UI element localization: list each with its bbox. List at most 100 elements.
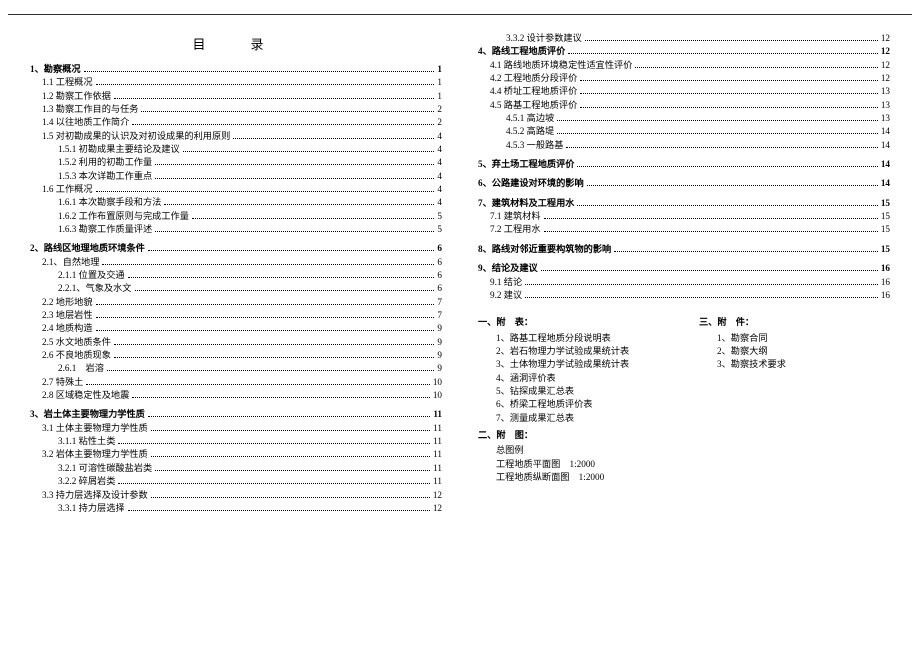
- appendix-item: 工程地质平面图 1:2000: [478, 458, 669, 471]
- toc-leader-dots: [568, 52, 878, 54]
- toc-page-number: 11: [433, 422, 442, 435]
- toc-entry: 5、弃土场工程地质评价 14: [478, 158, 890, 171]
- toc-entry: 2.8 区域稳定性及地震10: [30, 389, 442, 402]
- toc-entry-label: 2.2.1、气象及水文: [58, 282, 132, 295]
- toc-entry: 2.2.1、气象及水文 6: [30, 282, 442, 295]
- toc-leader-dots: [580, 79, 878, 81]
- toc-entry: 2.6.1 岩溶9: [30, 362, 442, 375]
- toc-entry-label: 2.3 地层岩性: [42, 309, 93, 322]
- toc-entry-label: 7.1 建筑材料: [490, 210, 541, 223]
- toc-entry-label: 5、弃土场工程地质评价: [478, 158, 574, 171]
- toc-leader-dots: [580, 106, 878, 108]
- toc-entry-label: 7、建筑材料及工程用水: [478, 197, 574, 210]
- toc-entry: 1.5.1 初勘成果主要结论及建议4: [30, 143, 442, 156]
- toc-page-number: 12: [881, 72, 890, 85]
- toc-entry-label: 3.3.1 持力层选择: [58, 502, 125, 515]
- toc-entry-label: 2.5 水文地质条件: [42, 336, 111, 349]
- toc-entry: 1.6.3 勘察工作质量评述5: [30, 223, 442, 236]
- toc-entry: 7、建筑材料及工程用水15: [478, 197, 890, 210]
- toc-entry: 1.1 工程概况 1: [30, 76, 442, 89]
- toc-leader-dots: [164, 203, 434, 205]
- appendix-item: 2、勘察大纲: [699, 345, 890, 358]
- toc-entry-label: 1.4 以往地质工作简介: [42, 116, 129, 129]
- toc-entry: 1.2 勘察工作依据1: [30, 90, 442, 103]
- toc-leader-dots: [148, 249, 435, 251]
- toc-entry-label: 4.4 桥址工程地质评价: [490, 85, 577, 98]
- toc-entry-label: 3.2 岩体主要物理力学性质: [42, 448, 148, 461]
- toc-entry-label: 3、岩土体主要物理力学性质: [30, 408, 145, 421]
- toc-page-number: 6: [437, 269, 442, 282]
- toc-leader-dots: [566, 146, 877, 148]
- toc-entry: 4.1 路线地质环境稳定性适宜性评价12: [478, 59, 890, 72]
- toc-entry-label: 4、路线工程地质评价: [478, 45, 565, 58]
- toc-page-number: 4: [437, 196, 442, 209]
- toc-entry: 4.5 路基工程地质评价13: [478, 99, 890, 112]
- toc-page-number: 14: [881, 158, 890, 171]
- toc-page-number: 7: [437, 296, 442, 309]
- toc-entry-label: 1.1 工程概况: [42, 76, 93, 89]
- toc-entry-label: 1.6.3 勘察工作质量评述: [58, 223, 152, 236]
- toc-entry: 1.4 以往地质工作简介 2: [30, 116, 442, 129]
- appendix-b-heading: 三、附 件：: [699, 316, 890, 329]
- toc-page-number: 14: [881, 125, 890, 138]
- toc-entry-label: 2.1、自然地理: [42, 256, 99, 269]
- toc-entry: 1.5 对初勘成果的认识及对初设成果的利用原则4: [30, 130, 442, 143]
- toc-page-number: 4: [437, 130, 442, 143]
- toc-leader-dots: [233, 137, 434, 139]
- toc-page-number: 12: [881, 59, 890, 72]
- toc-entry: 2.7 特殊土10: [30, 376, 442, 389]
- toc-entry-label: 7.2 工程用水: [490, 223, 541, 236]
- toc-entry-label: 1.3 勘察工作目的与任务: [42, 103, 138, 116]
- toc-page-number: 16: [881, 289, 890, 302]
- toc-entry-label: 2.6 不良地质现象: [42, 349, 111, 362]
- toc-entry: 3.3.1 持力层选择12: [30, 502, 442, 515]
- toc-page-number: 6: [437, 256, 442, 269]
- toc-page-number: 4: [437, 170, 442, 183]
- toc-entry: 3.3.2 设计参数建议12: [478, 32, 890, 45]
- toc-entry-label: 3.1 土体主要物理力学性质: [42, 422, 148, 435]
- toc-leader-dots: [192, 217, 434, 219]
- toc-page-number: 10: [433, 389, 442, 402]
- toc-leader-dots: [587, 184, 878, 186]
- toc-entry-label: 9、结论及建议: [478, 262, 538, 275]
- toc-entry-label: 1.5.2 利用的初勘工作量: [58, 156, 152, 169]
- toc-entry: 1.6 工作概况 4: [30, 183, 442, 196]
- toc-entry-label: 3.2.1 可溶性碳酸盐岩类: [58, 462, 152, 475]
- toc-page-number: 1: [437, 63, 442, 76]
- toc-page-number: 13: [881, 85, 890, 98]
- toc-page-number: 1: [437, 76, 442, 89]
- toc-page-number: 6: [437, 282, 442, 295]
- appendix-item: 工程地质纵断面图 1:2000: [478, 471, 669, 484]
- toc-leader-dots: [114, 97, 435, 99]
- toc-entry: 2.4 地质构造9: [30, 322, 442, 335]
- appendix-item: 总图例: [478, 444, 669, 457]
- toc-leader-dots: [525, 283, 878, 285]
- toc-entry: 9.1 结论16: [478, 276, 890, 289]
- toc-leader-dots: [114, 343, 435, 345]
- toc-leader-dots: [155, 163, 434, 165]
- toc-entry-label: 2.1.1 位置及交通: [58, 269, 125, 282]
- toc-entry: 2.2 地形地貌7: [30, 296, 442, 309]
- toc-entry-label: 1.6 工作概况: [42, 183, 93, 196]
- toc-leader-dots: [96, 303, 435, 305]
- toc-page-number: 11: [433, 475, 442, 488]
- toc-page-number: 4: [437, 183, 442, 196]
- toc-entry: 6、公路建设对环境的影响14: [478, 177, 890, 190]
- toc-entry: 4.5.2 高路堤14: [478, 125, 890, 138]
- toc-entry: 3.2.1 可溶性碳酸盐岩类11: [30, 462, 442, 475]
- toc-leader-dots: [128, 509, 430, 511]
- toc-entry: 2.3 地层岩性7: [30, 309, 442, 322]
- toc-entry: 4.2 工程地质分段评价12: [478, 72, 890, 85]
- left-column: 目 录 1、勘察概况11.1 工程概况11.2 勘察工作依据11.3 勘察工作目…: [30, 32, 442, 515]
- toc-page-number: 12: [881, 32, 890, 45]
- toc-entry: 4.5.1 高边坡13: [478, 112, 890, 125]
- toc-entry: 1.3 勘察工作目的与任务 2: [30, 103, 442, 116]
- toc-leader-dots: [96, 316, 435, 318]
- toc-page-number: 2: [437, 103, 442, 116]
- toc-entry-label: 3.1.1 粘性土类: [58, 435, 115, 448]
- toc-page-number: 2: [437, 116, 442, 129]
- toc-page-number: 9: [437, 349, 442, 362]
- toc-entry: 2.5 水文地质条件9: [30, 336, 442, 349]
- two-column-layout: 目 录 1、勘察概况11.1 工程概况11.2 勘察工作依据11.3 勘察工作目…: [30, 32, 890, 515]
- page: 目 录 1、勘察概况11.1 工程概况11.2 勘察工作依据11.3 勘察工作目…: [0, 0, 920, 651]
